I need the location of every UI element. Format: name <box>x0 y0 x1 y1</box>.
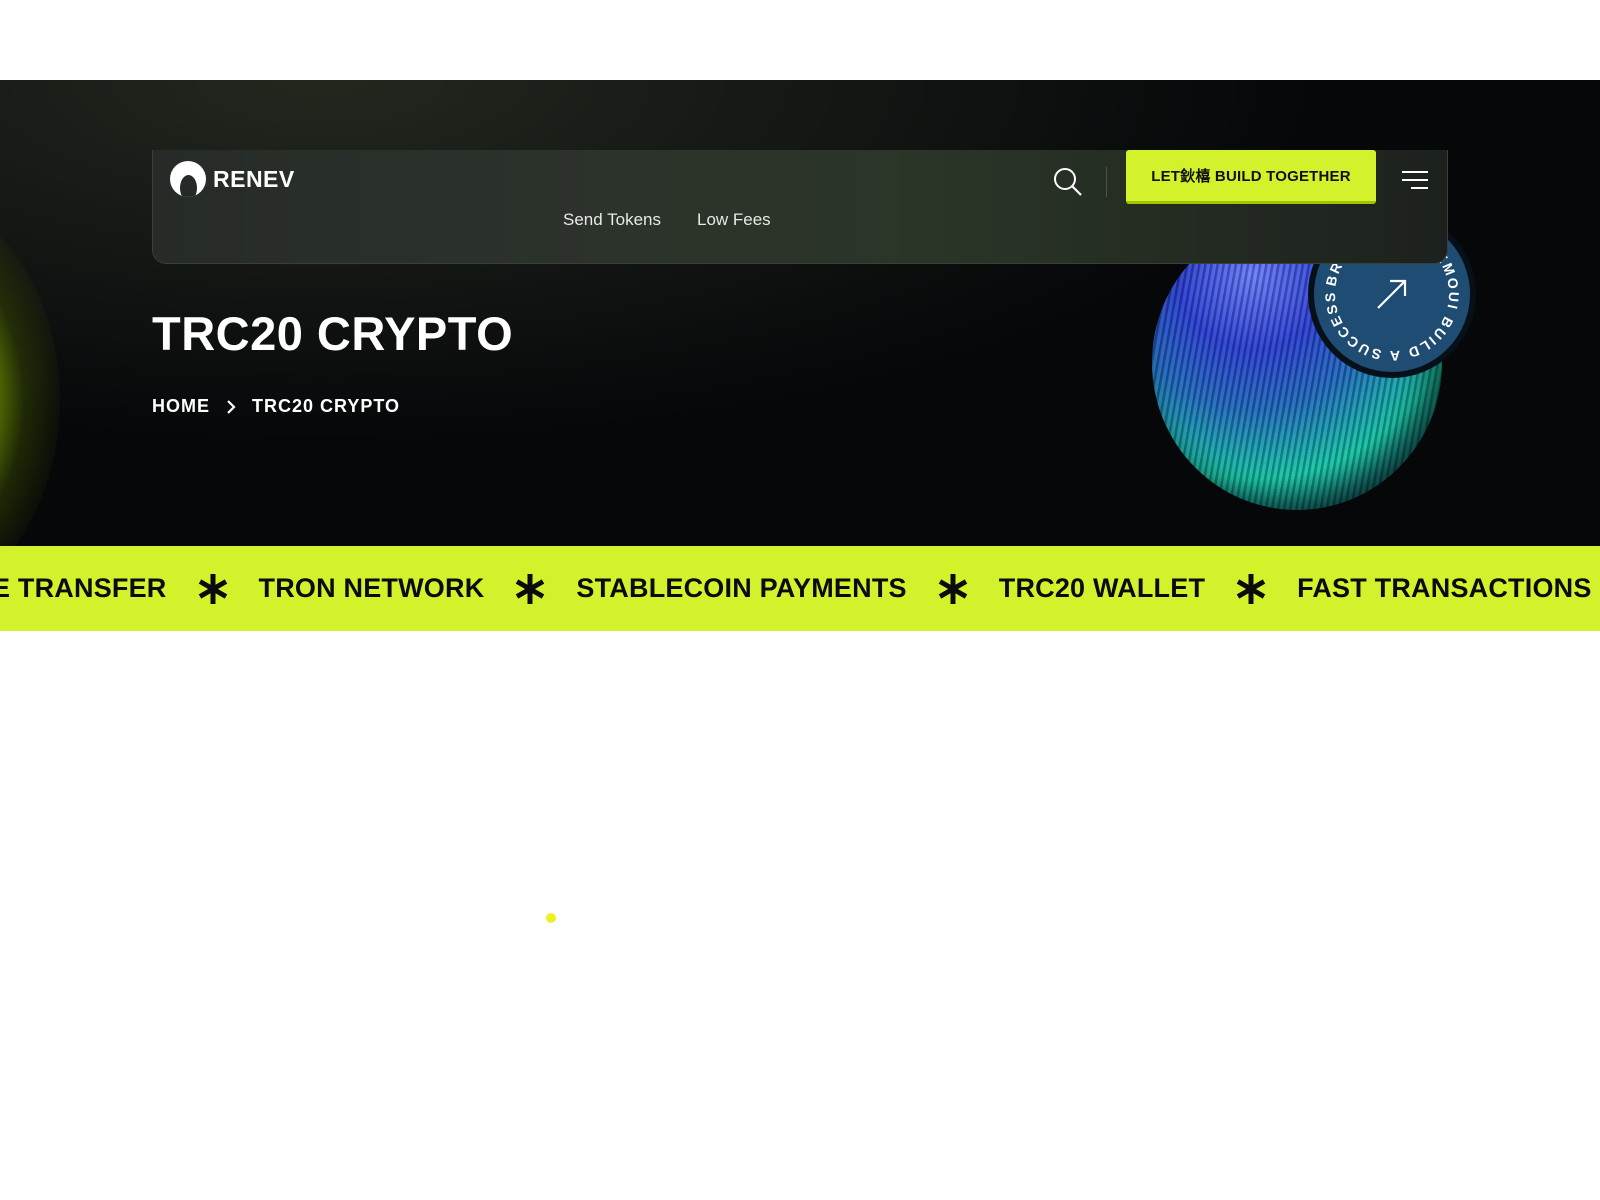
logo-text: RENEV <box>213 165 295 192</box>
ticker-banner: E TRANSFER TRON NETWORK STABLECOIN PAYME… <box>0 546 1600 631</box>
nav-divider <box>1106 167 1107 197</box>
chevron-right-icon <box>227 399 236 414</box>
nav-links: Send Tokens Low Fees <box>563 210 771 230</box>
ticker-item: FAST TRANSACTIONS <box>1297 573 1592 603</box>
ticker-item: STABLECOIN PAYMENTS <box>576 573 907 603</box>
menu-icon[interactable] <box>1400 168 1428 194</box>
asterisk-icon <box>938 573 967 604</box>
asterisk-icon <box>1236 573 1266 604</box>
nav-link-send-tokens[interactable]: Send Tokens <box>563 210 661 230</box>
asterisk-icon <box>516 573 545 604</box>
ticker-item: TRC20 WALLET <box>998 573 1206 603</box>
breadcrumb: HOME TRC20 CRYPTO <box>152 396 400 417</box>
page-title: TRC20 CRYPTO <box>152 307 514 360</box>
logo[interactable]: RENEV <box>170 161 295 197</box>
arrow-up-right-icon <box>1377 279 1407 309</box>
nav-link-low-fees[interactable]: Low Fees <box>697 210 771 230</box>
hero-section: TRC20 CRYPTO HOME TRC20 CRYPTO BRAND WIT… <box>0 80 1600 546</box>
asterisk-icon <box>198 573 227 604</box>
breadcrumb-home[interactable]: HOME <box>152 396 210 417</box>
build-together-button[interactable]: LET鈥橲 BUILD TOGETHER <box>1126 150 1376 204</box>
ticker-item: E TRANSFER <box>0 573 167 603</box>
loader-dot <box>546 913 556 923</box>
breadcrumb-current: TRC20 CRYPTO <box>252 396 401 416</box>
ticker-track: E TRANSFER TRON NETWORK STABLECOIN PAYME… <box>0 546 1600 631</box>
search-icon[interactable] <box>1051 165 1085 199</box>
navbar: RENEV LET鈥橲 BUILD TOGETHER Send Tokens L… <box>152 150 1448 264</box>
ticker-item: TRON NETWORK <box>258 573 485 603</box>
logo-icon <box>170 161 206 197</box>
